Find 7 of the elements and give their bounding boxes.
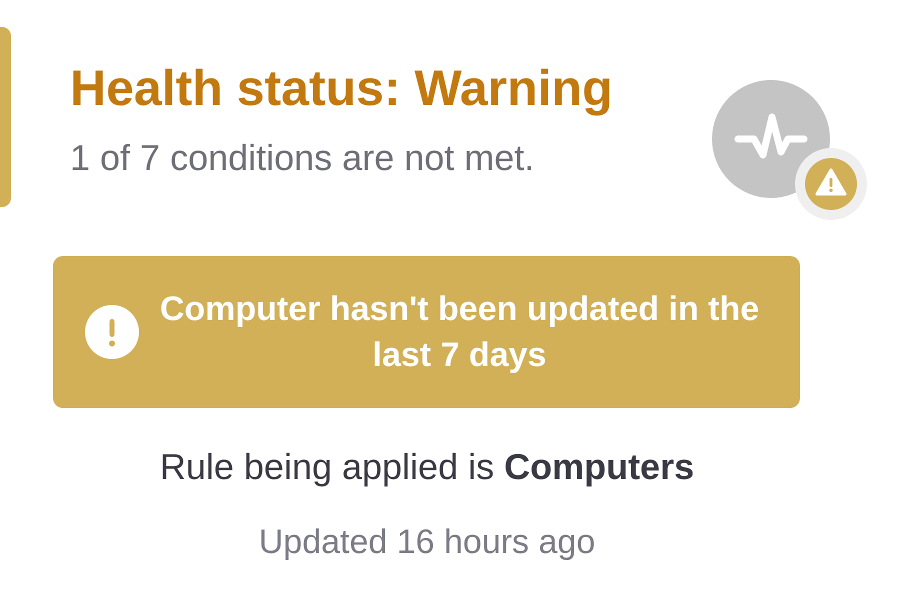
rule-text: Rule being applied is Computers (158, 445, 696, 489)
exclamation-icon (85, 305, 139, 359)
updated-time: Updated 16 hours ago (258, 522, 596, 562)
warning-badge-icon (795, 148, 867, 220)
alert-message: Computer hasn't been updated in the last 7 days (158, 289, 760, 376)
status-title: Health status: Warning (70, 59, 614, 117)
status-subtitle: 1 of 7 conditions are not met. (70, 137, 536, 179)
